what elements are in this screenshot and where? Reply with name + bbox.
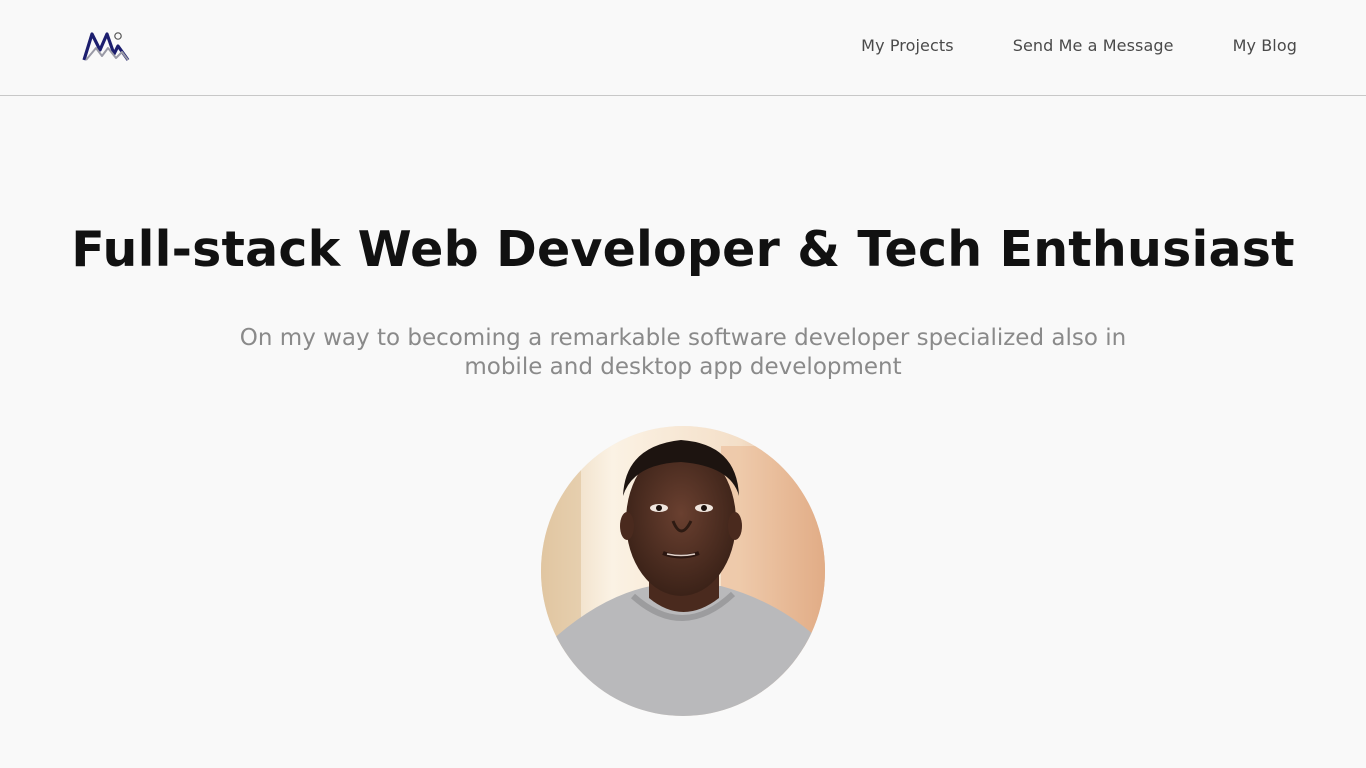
- nav-my-projects[interactable]: My Projects: [861, 36, 954, 55]
- hero-subtitle-line-1: On my way to becoming a remarkable softw…: [239, 325, 1127, 351]
- avatar: [541, 426, 825, 716]
- mountain-logo-icon: [82, 32, 130, 61]
- site-logo[interactable]: [82, 26, 130, 66]
- page-title: Full-stack Web Developer & Tech Enthusia…: [71, 221, 1295, 278]
- hero-subtitle-line-2: mobile and desktop app development: [464, 354, 902, 380]
- hero-subtitle: On my way to becoming a remarkable softw…: [233, 324, 1133, 382]
- profile-photo: [541, 426, 825, 716]
- nav-my-blog[interactable]: My Blog: [1233, 36, 1297, 55]
- site-header: My Projects Send Me a Message My Blog: [0, 0, 1366, 96]
- main-nav: My Projects Send Me a Message My Blog: [861, 36, 1297, 55]
- nav-send-message[interactable]: Send Me a Message: [1013, 36, 1174, 55]
